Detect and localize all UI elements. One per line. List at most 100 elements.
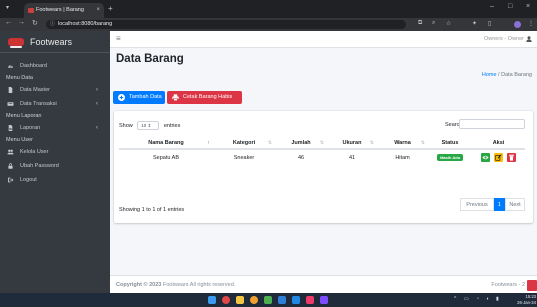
data-table-card: Show 10 ⇕ entries Search: Nama Barang ↑ K…	[114, 111, 533, 223]
brand-link[interactable]: Footwears	[0, 31, 110, 53]
sidebar-item-data-master[interactable]: Data Master ‹	[0, 83, 110, 97]
sort-icon: ⇅	[267, 140, 272, 146]
print-empty-stock-button[interactable]: Cetak Barang Habis	[167, 91, 242, 104]
back-icon[interactable]: ←	[5, 19, 12, 26]
reload-icon[interactable]: ↻	[32, 19, 38, 27]
column-label: Ukuran	[342, 140, 362, 146]
delete-button[interactable]	[506, 153, 516, 162]
windows-taskbar: ^ ▭ ◔ ◖ ▮ 15:23 26-Jan-24	[0, 293, 537, 307]
pagination-page-1[interactable]: 1	[494, 198, 505, 211]
trash-icon	[508, 154, 514, 161]
maximize-button[interactable]: □	[508, 3, 512, 10]
chrome-icon[interactable]	[250, 296, 258, 304]
extensions-icon[interactable]: ✦	[472, 20, 477, 27]
pagination-previous[interactable]: Previous	[460, 198, 494, 211]
cell-kategori: Sneaker	[213, 148, 275, 165]
app-icon-4[interactable]	[306, 296, 314, 304]
table-row: Sepatu AB Sneaker 46 41 Hitam Masih Ada	[119, 148, 525, 165]
forward-icon[interactable]: →	[18, 19, 25, 26]
edit-button[interactable]	[494, 153, 503, 162]
cell-nama: Sepatu AB	[119, 148, 213, 165]
address-bar[interactable]: ⓘ localhost:8080/barang	[46, 20, 406, 29]
file-explorer-icon[interactable]	[236, 296, 244, 304]
col-nama-barang[interactable]: Nama Barang ↑	[119, 138, 213, 150]
column-label: Warna	[394, 140, 411, 146]
chrome-menu-icon[interactable]: ⋮	[528, 20, 534, 27]
sidebar-item-dashboard[interactable]: Dashboard	[0, 59, 110, 73]
tray-display-icon[interactable]: ▭	[464, 296, 469, 302]
chevron-left-icon: ‹	[96, 87, 98, 93]
cell-warna: Hitam	[377, 148, 428, 165]
print-icon	[172, 94, 179, 101]
sort-asc-icon: ↑	[207, 140, 211, 146]
site-info-icon[interactable]: ⓘ	[50, 20, 55, 29]
sort-icon: ⇅	[369, 140, 374, 146]
vscode-icon[interactable]	[292, 296, 300, 304]
page-footer: Copyright © 2023 Footwears All rights re…	[110, 275, 537, 293]
battery-icon[interactable]: ▮	[496, 296, 499, 302]
breadcrumb-current: Data Barang	[501, 72, 532, 78]
show-label: Show	[119, 122, 133, 129]
sidebar-item-ubah-password[interactable]: Ubah Password	[0, 159, 110, 173]
sidebar-item-data-transaksi[interactable]: Data Transaksi ‹	[0, 97, 110, 111]
cell-aksi	[472, 148, 525, 165]
zoom-icon[interactable]: ⌕	[432, 20, 435, 27]
select-arrows-icon: ⇕	[147, 123, 152, 128]
profile-avatar[interactable]	[514, 21, 521, 28]
chevron-left-icon: ‹	[96, 101, 98, 107]
footer-copyright: Copyright © 2023	[116, 282, 162, 288]
taskbar-clock[interactable]: 15:23 26-Jan-24	[510, 294, 536, 305]
sidebar-item-kelola-user[interactable]: Kelola User	[0, 145, 110, 159]
col-jumlah[interactable]: Jumlah ⇅	[275, 138, 327, 150]
browser-tab[interactable]: Footwears | Barang ×	[24, 3, 104, 18]
column-label: Jumlah	[291, 140, 311, 146]
sidebar-header-menu-user: Menu User	[6, 137, 33, 143]
col-ukuran[interactable]: Ukuran ⇅	[327, 138, 377, 150]
sidebar-item-label: Data Master	[20, 87, 50, 93]
windows-start-icon[interactable]	[208, 296, 216, 304]
cell-jumlah: 46	[275, 148, 327, 165]
tab-close-icon[interactable]: ×	[96, 3, 100, 18]
lock-icon	[8, 163, 13, 169]
cell-status: Masih Ada	[428, 148, 472, 165]
pagination-next[interactable]: Next	[505, 198, 525, 211]
breadcrumb-home-link[interactable]: Home	[482, 72, 497, 78]
view-button[interactable]	[481, 153, 491, 162]
sidebar-item-logout[interactable]: Logout	[0, 173, 110, 187]
app-icon-3[interactable]	[278, 296, 286, 304]
bookmark-star-icon[interactable]: ☆	[446, 20, 451, 27]
main-content: ≡ Owners - Owner Data Barang Home / Data…	[110, 31, 537, 293]
sidebar-item-laporan[interactable]: Laporan ‹	[0, 121, 110, 135]
table-header-row: Nama Barang ↑ Kategori ⇅ Jumlah ⇅ Ukuran ⇅ W…	[119, 138, 525, 150]
footer-brand-link[interactable]: Footwears	[163, 282, 189, 288]
wifi-icon[interactable]: ◔	[476, 296, 479, 302]
sidepanel-icon[interactable]: ▯	[488, 20, 491, 27]
entries-select[interactable]: 10 ⇕	[137, 121, 160, 130]
volume-icon[interactable]: ◖	[486, 296, 489, 302]
app-icon-5[interactable]	[320, 296, 328, 304]
search-input[interactable]	[459, 119, 525, 129]
tray-chevron-icon[interactable]: ^	[454, 296, 456, 302]
scroll-top-icon[interactable]	[527, 280, 537, 291]
new-tab-button[interactable]: +	[108, 3, 113, 15]
file-icon	[8, 87, 13, 93]
app-icon-1[interactable]	[222, 296, 230, 304]
users-icon	[7, 149, 14, 155]
tachometer-icon	[8, 64, 13, 68]
translate-icon[interactable]: ⧉	[418, 20, 422, 27]
add-data-button[interactable]: Tambah Data	[113, 91, 165, 104]
browser-toolbar: ← → ↻ ⓘ localhost:8080/barang ⧉ ⌕ ☆ ✦ ▯ …	[0, 18, 537, 31]
sidebar-item-label: Kelola User	[20, 149, 49, 155]
app-icon-2[interactable]	[264, 296, 272, 304]
clock-date: 26-Jan-24	[517, 299, 536, 305]
col-kategori[interactable]: Kategori ⇅	[213, 138, 275, 150]
col-status[interactable]: Status	[428, 138, 472, 150]
sidebar-header-menu-laporan: Menu Laporan	[6, 113, 42, 119]
keyboard-icon	[7, 102, 14, 106]
report-icon	[8, 125, 13, 131]
sidebar-item-label: Dashboard	[20, 63, 47, 69]
close-window-button[interactable]: ×	[526, 3, 530, 10]
minimize-button[interactable]: –	[490, 3, 494, 10]
tab-search-icon[interactable]: ▾	[6, 4, 9, 11]
col-warna[interactable]: Warna ⇅	[377, 138, 428, 150]
